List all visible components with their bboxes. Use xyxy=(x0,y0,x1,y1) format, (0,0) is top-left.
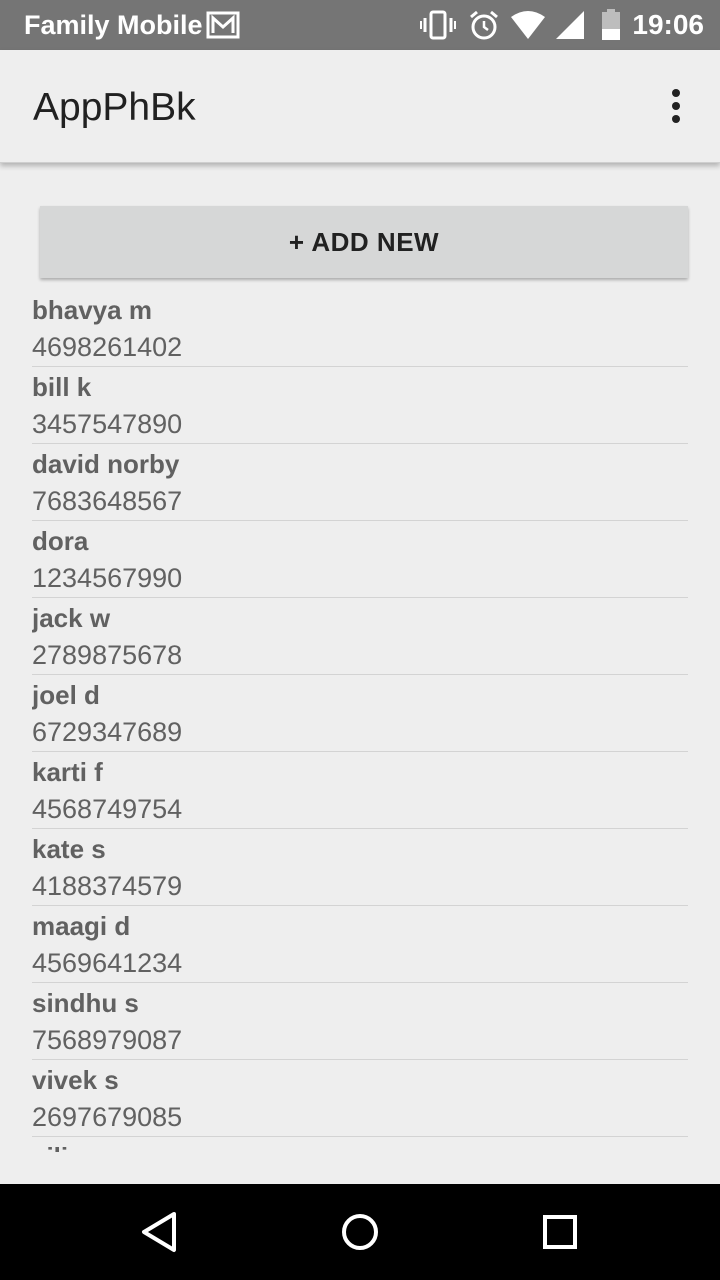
contact-phone: 7683648567 xyxy=(32,486,183,516)
contact-list: bhavya m 4698261402 bill k 3457547890 da… xyxy=(32,290,688,1152)
contact-row[interactable]: vivek s 2697679085 xyxy=(32,1060,688,1137)
contact-phone: 2789875678 xyxy=(32,640,183,670)
app-bar: AppPhBk xyxy=(0,50,720,163)
contact-row[interactable]: kate s 4188374579 xyxy=(32,829,688,906)
contact-phone: 4698261402 xyxy=(32,332,183,362)
carrier-name: Family Mobile xyxy=(24,10,203,40)
contact-row[interactable]: joel d 6729347689 xyxy=(32,675,688,752)
signal-icon xyxy=(554,9,586,46)
contact-phone: 4569641234 xyxy=(32,948,183,978)
contact-row[interactable]: bhavya m 4698261402 xyxy=(32,290,688,367)
home-icon[interactable] xyxy=(336,1208,384,1256)
wifi-icon xyxy=(510,9,546,46)
recents-icon[interactable] xyxy=(536,1208,584,1256)
contact-row[interactable]: vili xyxy=(32,1137,688,1152)
contact-row[interactable]: david norby 7683648567 xyxy=(32,444,688,521)
contact-name: maagi d xyxy=(32,911,131,941)
contact-name: kate s xyxy=(32,834,106,864)
contact-row[interactable]: sindhu s 7568979087 xyxy=(32,983,688,1060)
contact-row[interactable]: dora 1234567990 xyxy=(32,521,688,598)
contact-name: bill k xyxy=(32,372,92,402)
vibrate-icon xyxy=(420,9,456,46)
contact-phone: 7568979087 xyxy=(32,1025,183,1055)
navigation-bar xyxy=(0,1184,720,1280)
status-time: 19:06 xyxy=(632,9,704,40)
contact-phone: 2697679085 xyxy=(32,1102,183,1132)
contact-phone: 3457547890 xyxy=(32,409,183,439)
contact-name: karti f xyxy=(32,757,103,787)
mail-icon xyxy=(206,11,240,44)
battery-icon xyxy=(600,9,622,46)
contact-phone: 1234567990 xyxy=(32,563,183,593)
contact-row[interactable]: maagi d 4569641234 xyxy=(32,906,688,983)
contact-name: jack w xyxy=(32,603,111,633)
contact-name: sindhu s xyxy=(32,988,139,1018)
status-bar: Family Mobile 19:06 xyxy=(0,0,720,50)
contact-row[interactable]: bill k 3457547890 xyxy=(32,367,688,444)
contact-row[interactable]: jack w 2789875678 xyxy=(32,598,688,675)
app-title: AppPhBk xyxy=(33,86,196,129)
alarm-icon xyxy=(468,9,500,46)
contact-row[interactable]: karti f 4568749754 xyxy=(32,752,688,829)
contact-phone: 6729347689 xyxy=(32,717,183,747)
contact-name: bhavya m xyxy=(32,295,152,325)
more-vert-icon[interactable] xyxy=(662,84,690,128)
contact-name: dora xyxy=(32,526,89,556)
contact-name: vili xyxy=(32,1141,68,1152)
contact-name: joel d xyxy=(32,680,100,710)
contact-phone: 4188374579 xyxy=(32,871,183,901)
add-new-button[interactable]: + ADD NEW xyxy=(40,206,688,278)
contact-name: david norby xyxy=(32,449,180,479)
back-icon[interactable] xyxy=(136,1208,184,1256)
contact-phone: 4568749754 xyxy=(32,794,183,824)
contact-name: vivek s xyxy=(32,1065,119,1095)
